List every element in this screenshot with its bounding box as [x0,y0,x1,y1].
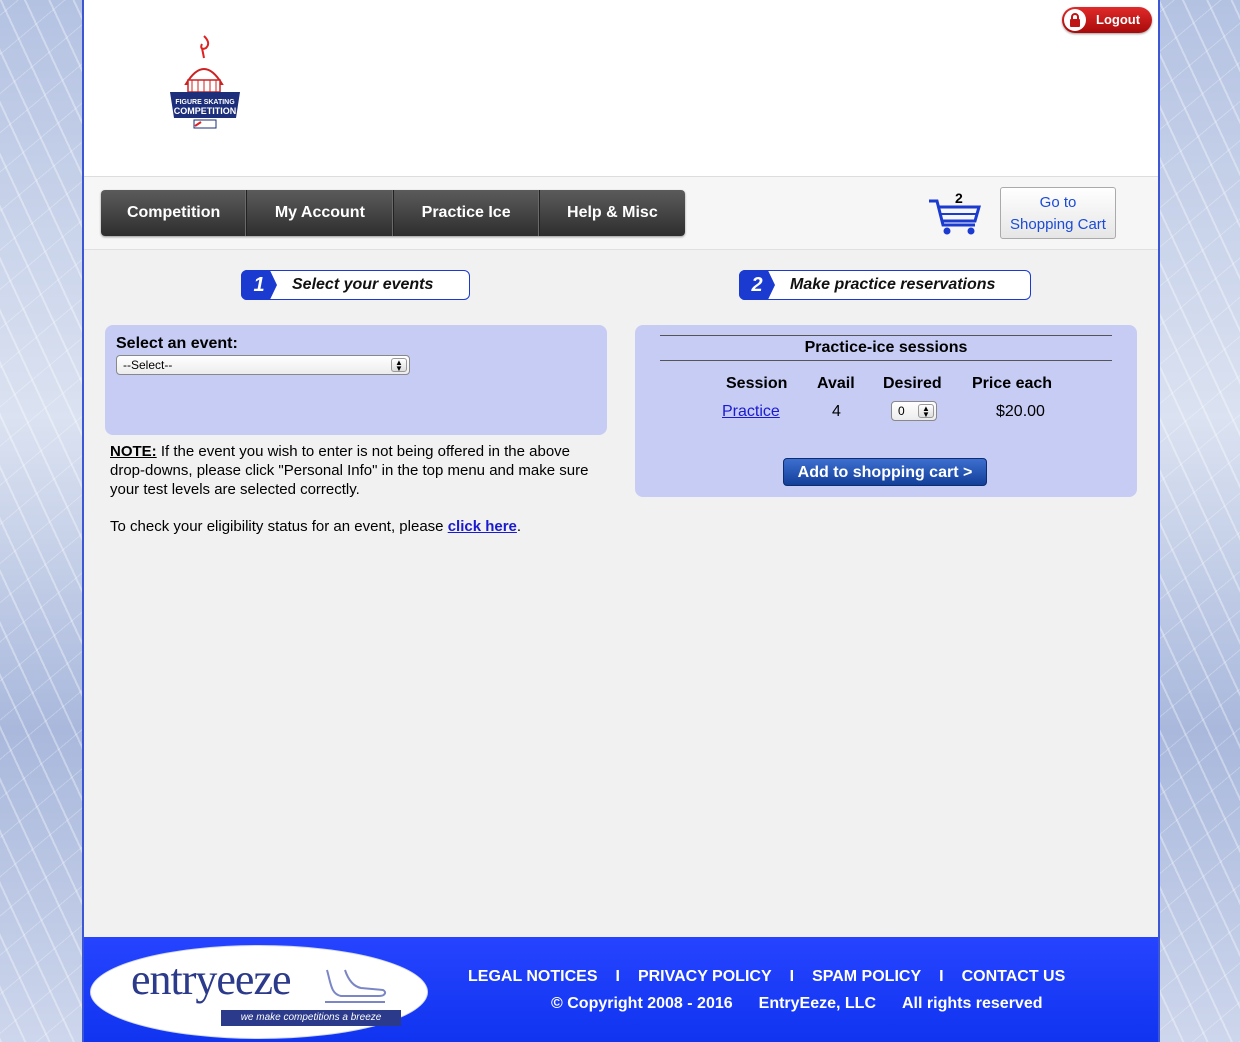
copyright-text: © Copyright 2008 - 2016 [551,995,733,1012]
main-menu: Competition My Account Practice Ice Help… [101,190,685,236]
entryeeze-wordmark: entryeeze [131,955,292,1004]
event-select-dropdown[interactable]: --Select-- ▲ ▼ [116,355,410,375]
footer-separator: I [789,968,795,985]
entryeeze-logo[interactable]: entryeeze we make competitions a breeze [90,945,428,1039]
rights-text: All rights reserved [902,995,1043,1012]
step-2-number: 2 [739,270,775,300]
svg-text:FIGURE SKATING: FIGURE SKATING [175,99,235,106]
cart-count-badge: 2 [955,190,963,206]
step-1-header: 1 Select your events [241,270,470,300]
col-header-avail: Avail [817,375,855,392]
updown-arrows-icon: ▲ ▼ [918,404,934,419]
footer-separator: I [939,968,944,985]
menu-my-account[interactable]: My Account [247,190,394,236]
page-border-right [1158,0,1160,1042]
nav-row: Competition My Account Practice Ice Help… [84,177,1158,250]
footer: entryeeze we make competitions a breeze … [84,937,1158,1042]
entryeeze-tagline: we make competitions a breeze [221,1010,401,1026]
page-border-left [82,0,84,1042]
step-2-header: 2 Make practice reservations [739,270,1031,300]
skate-icon [325,969,387,1003]
event-select-value: --Select-- [123,358,173,372]
desired-quantity-select[interactable]: 0 ▲ ▼ [891,401,937,421]
header: FIGURE SKATING COMPETITION Logout [84,0,1158,177]
practice-ice-title: Practice-ice sessions [660,335,1112,361]
practice-ice-panel: Practice-ice sessions Session Avail Desi… [635,325,1137,497]
footer-link-privacy[interactable]: PRIVACY POLICY [638,968,772,985]
session-link[interactable]: Practice [722,403,780,421]
menu-help-misc[interactable]: Help & Misc [540,190,685,236]
col-header-session: Session [726,375,788,392]
eligibility-link[interactable]: click here [448,518,517,535]
cart-button-line1: Go to [1039,194,1077,211]
company-name: EntryEeze, LLC [758,995,876,1012]
svg-text:COMPETITION: COMPETITION [174,106,237,116]
footer-links: LEGAL NOTICES I PRIVACY POLICY I SPAM POLICY… [468,968,1065,986]
session-price: $20.00 [996,403,1045,420]
add-to-cart-button[interactable]: Add to shopping cart > [783,458,987,486]
lock-icon [1064,9,1086,31]
cart-button-line2: Shopping Cart [1010,216,1106,233]
page-container: FIGURE SKATING COMPETITION Logout Compet… [84,0,1158,1042]
menu-competition[interactable]: Competition [101,190,248,236]
eligibility-text: To check your eligibility status for an … [110,518,521,535]
footer-separator: I [615,968,620,985]
eligibility-suffix: . [516,518,522,535]
note-body: If the event you wish to enter is not be… [110,443,589,498]
col-header-desired: Desired [883,375,942,392]
competition-logo: FIGURE SKATING COMPETITION [164,34,246,132]
menu-practice-ice[interactable]: Practice Ice [394,190,540,236]
ice-background-right [1158,0,1240,1042]
footer-link-spam[interactable]: SPAM POLICY [812,968,921,985]
note-text: NOTE: If the event you wish to enter is … [110,442,590,499]
desired-quantity-value: 0 [898,404,905,418]
note-heading: NOTE: [110,443,157,460]
eligibility-prefix: To check your eligibility status for an … [110,518,448,535]
updown-arrows-icon: ▲ ▼ [391,358,407,373]
event-select-panel: Select an event: --Select-- ▲ ▼ [105,325,607,435]
footer-link-contact[interactable]: CONTACT US [962,968,1066,985]
step-2-label: Make practice reservations [790,276,996,293]
col-header-price: Price each [972,375,1053,392]
event-select-label: Select an event: [116,335,238,352]
logout-label: Logout [1096,12,1141,27]
logout-button[interactable]: Logout [1062,7,1152,33]
ice-background-left [0,0,84,1042]
step-1-label: Select your events [292,276,434,293]
footer-link-legal[interactable]: LEGAL NOTICES [468,968,598,985]
session-avail: 4 [832,403,841,420]
footer-copyright: © Copyright 2008 - 2016 EntryEeze, LLC All… [551,995,1069,1013]
go-to-shopping-cart-button[interactable]: Go to Shopping Cart [1000,187,1116,239]
step-1-number: 1 [241,270,277,300]
